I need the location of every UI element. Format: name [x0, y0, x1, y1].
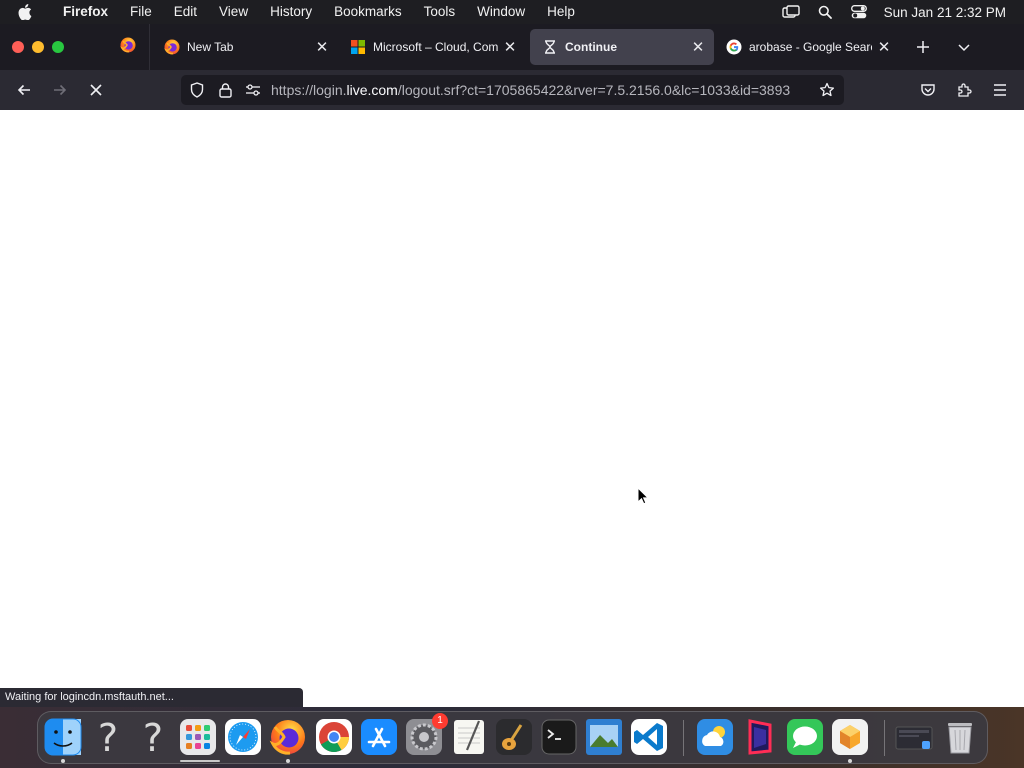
firefox-icon[interactable]: [268, 717, 308, 757]
unknown-app-icon[interactable]: ?: [133, 716, 173, 760]
running-indicator: [848, 759, 852, 763]
fullscreen-window-button[interactable]: [52, 41, 64, 53]
address-bar[interactable]: https://login.live.com/logout.srf?ct=170…: [181, 75, 844, 105]
screen-recording-icon[interactable]: [894, 717, 934, 757]
macos-menu-bar: Firefox File Edit View History Bookmarks…: [0, 0, 1024, 24]
finder-icon[interactable]: [43, 717, 83, 757]
menu-bookmarks[interactable]: Bookmarks: [323, 0, 413, 24]
svg-text:?: ?: [143, 717, 163, 757]
menu-edit[interactable]: Edit: [163, 0, 208, 24]
tab-title: Continue: [565, 40, 617, 54]
close-tab-icon[interactable]: ✕: [876, 39, 892, 56]
unknown-app-icon[interactable]: ?: [88, 716, 128, 760]
close-tab-icon[interactable]: ✕: [314, 39, 330, 56]
chrome-icon[interactable]: [314, 717, 354, 757]
menu-app-name[interactable]: Firefox: [52, 0, 119, 24]
bookmark-star-icon[interactable]: [816, 79, 838, 101]
launchpad-icon[interactable]: [178, 717, 218, 757]
garageband-icon[interactable]: [494, 717, 534, 757]
tab-title: New Tab: [187, 40, 234, 54]
menu-bar-clock[interactable]: Sun Jan 21 2:32 PM: [884, 5, 1006, 20]
tab-title: arobase - Google Search: [749, 40, 872, 54]
close-icon: [90, 84, 102, 96]
weather-icon[interactable]: [695, 717, 735, 757]
pocket-button[interactable]: [916, 78, 940, 102]
url-text[interactable]: https://login.live.com/logout.srf?ct=170…: [271, 75, 811, 105]
arrow-left-icon: [17, 84, 30, 96]
minimize-window-button[interactable]: [32, 41, 44, 53]
url-domain: live.com: [346, 82, 398, 98]
window-controls: [12, 41, 72, 53]
system-settings-icon[interactable]: 1: [404, 713, 448, 757]
vscode-icon[interactable]: [629, 717, 669, 757]
screen-mirroring-icon[interactable]: [780, 0, 802, 24]
trash-icon[interactable]: [940, 717, 980, 757]
page-content: [0, 110, 1024, 707]
menu-view[interactable]: View: [208, 0, 259, 24]
tab-microsoft[interactable]: Microsoft – Cloud, Comp ✕: [338, 29, 526, 65]
close-tab-icon[interactable]: ✕: [690, 39, 706, 56]
url-prefix: https://login.: [271, 82, 347, 98]
tab-title: Microsoft – Cloud, Comp: [373, 40, 498, 54]
mouse-pointer-icon: [637, 486, 650, 510]
close-window-button[interactable]: [12, 41, 24, 53]
messages-icon[interactable]: [785, 717, 825, 757]
navigation-toolbar: https://login.live.com/logout.srf?ct=170…: [0, 70, 1024, 110]
menu-file[interactable]: File: [119, 0, 163, 24]
control-center-icon[interactable]: [848, 0, 870, 24]
menu-history[interactable]: History: [259, 0, 323, 24]
tab-new-tab[interactable]: New Tab ✕: [152, 29, 338, 65]
running-indicator: [61, 759, 65, 763]
puzzle-piece-icon: [958, 83, 972, 97]
tracking-protection-shield-icon[interactable]: [186, 79, 208, 101]
lock-icon[interactable]: [214, 79, 236, 101]
app-cleaner-icon[interactable]: [830, 717, 870, 757]
tab-google-search[interactable]: arobase - Google Search ✕: [714, 29, 900, 65]
google-logo-icon: [726, 39, 742, 55]
macos-dock: ? ? 1: [37, 711, 988, 764]
close-tab-icon[interactable]: ✕: [502, 39, 518, 56]
menu-window[interactable]: Window: [466, 0, 536, 24]
url-path: /logout.srf?ct=1705865422&rver=7.5.2156.…: [397, 82, 791, 98]
firefox-icon: [120, 37, 136, 58]
dock-separator: [884, 720, 885, 756]
app-menu-button[interactable]: [988, 78, 1012, 102]
terminal-icon[interactable]: [539, 717, 579, 757]
menu-tools[interactable]: Tools: [413, 0, 467, 24]
pinned-tab-firefox[interactable]: [108, 24, 148, 70]
textedit-icon[interactable]: [449, 717, 489, 757]
running-indicator: [286, 759, 290, 763]
apple-logo-icon[interactable]: [18, 4, 40, 20]
spotlight-search-icon[interactable]: [814, 0, 836, 24]
stop-loading-button[interactable]: [84, 78, 108, 102]
hourglass-icon: [542, 39, 558, 55]
preview-icon[interactable]: [584, 717, 624, 757]
arrow-right-icon: [54, 84, 67, 96]
forward-button[interactable]: [48, 78, 72, 102]
new-tab-button[interactable]: [911, 35, 935, 59]
tab-separator: [149, 24, 150, 70]
app-store-icon[interactable]: [359, 717, 399, 757]
dock-separator: [683, 720, 684, 756]
list-all-tabs-button[interactable]: [952, 35, 976, 59]
tab-strip: New Tab ✕ Microsoft – Cloud, Comp ✕ Cont…: [0, 24, 1024, 70]
site-permissions-icon[interactable]: [242, 79, 264, 101]
status-panel: Waiting for logincdn.msftauth.net...: [0, 688, 303, 707]
back-button[interactable]: [12, 78, 36, 102]
toolbox-icon[interactable]: [740, 717, 780, 757]
launchpad-underline: [180, 760, 220, 762]
notification-badge: 1: [432, 713, 448, 729]
tab-continue[interactable]: Continue ✕: [530, 29, 714, 65]
chevron-down-icon: [958, 44, 970, 52]
hamburger-menu-icon: [994, 84, 1006, 96]
extensions-button[interactable]: [952, 78, 976, 102]
plus-icon: [917, 41, 929, 53]
svg-text:?: ?: [98, 717, 118, 757]
firefox-icon: [164, 39, 180, 55]
microsoft-logo-icon: [350, 39, 366, 55]
menu-help[interactable]: Help: [536, 0, 586, 24]
safari-icon[interactable]: [223, 717, 263, 757]
pocket-icon: [921, 84, 935, 96]
